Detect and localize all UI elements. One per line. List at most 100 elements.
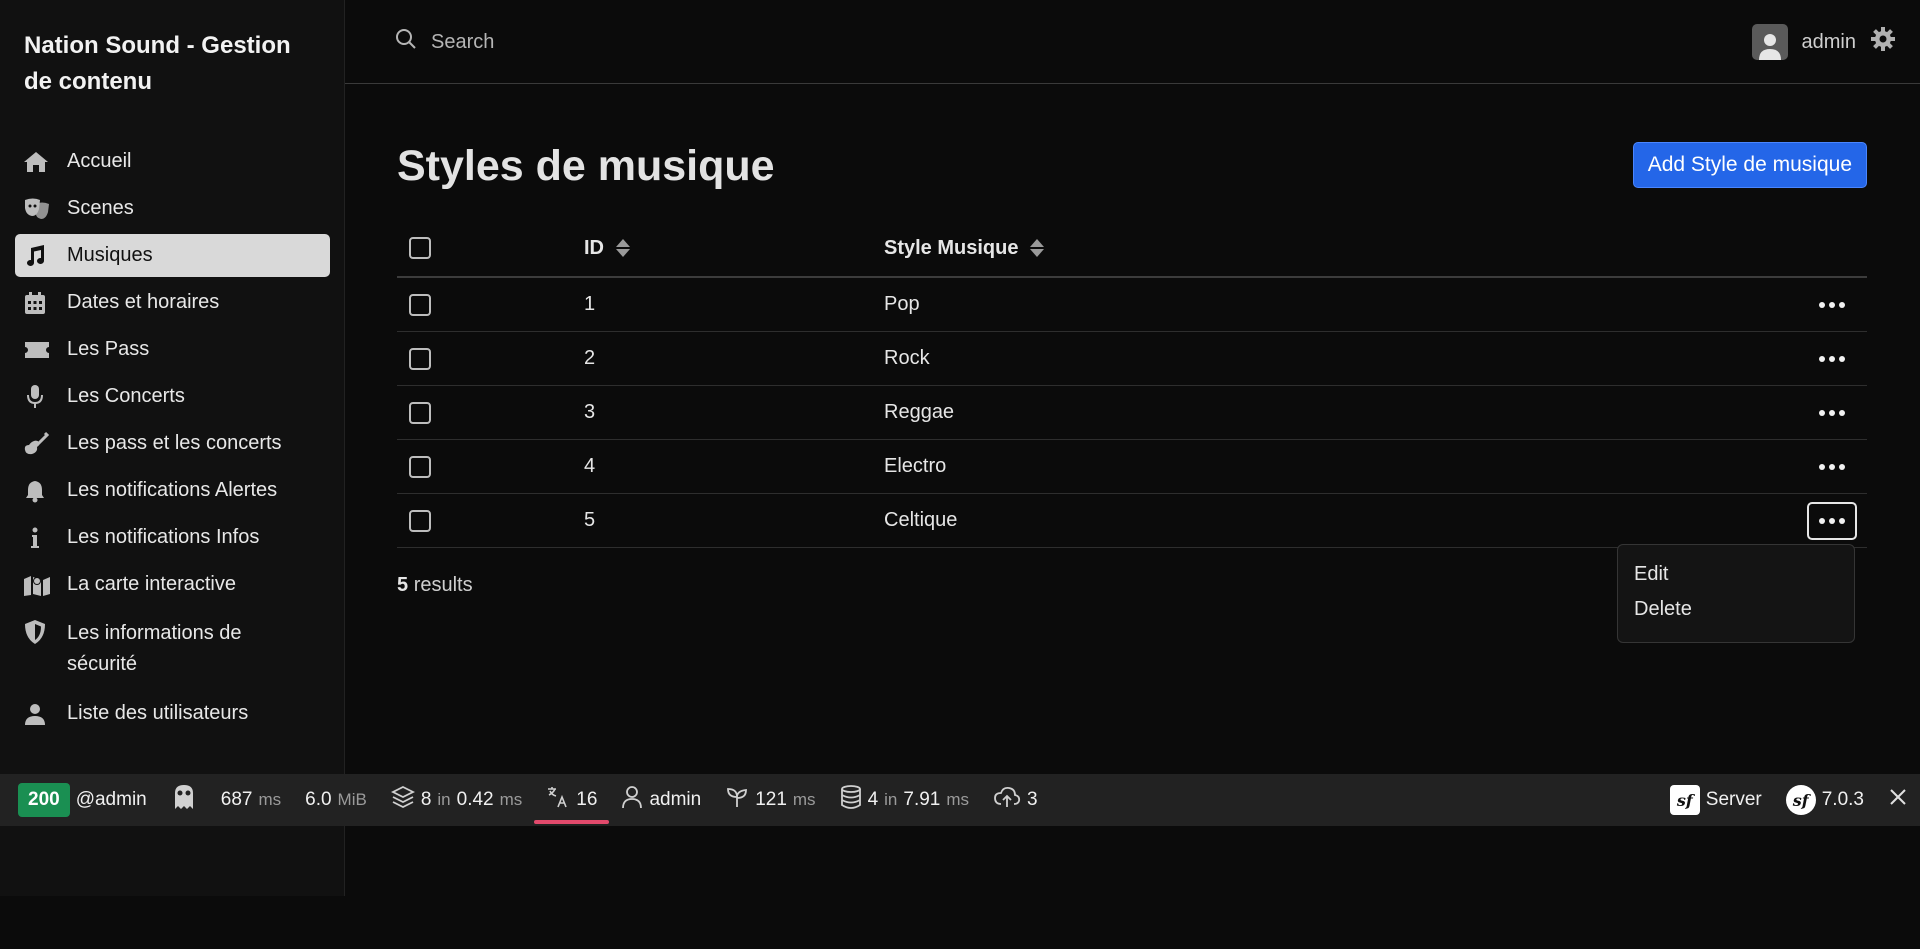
toolbar-memory[interactable]: 6.0 MiB [293, 774, 379, 826]
cell-style: Reggae [884, 401, 955, 423]
route-user: @admin [75, 789, 147, 810]
time-value: 687 [220, 789, 253, 810]
toolbar-database[interactable]: 4 in 7.91 ms [828, 774, 981, 826]
sidebar-item-label: Les notifications Alertes [67, 479, 278, 501]
memory-value: 6.0 [305, 789, 332, 810]
cache-time: 0.42 [456, 789, 494, 810]
sidebar: Nation Sound - Gestion de contenu Accuei… [0, 0, 345, 896]
microphone-icon [23, 383, 53, 410]
sidebar-item-liste-des-utilisateurs[interactable]: Liste des utilisateurs [15, 692, 330, 735]
close-icon[interactable] [1888, 787, 1908, 813]
sidebar-item-label: Musiques [67, 244, 153, 266]
sidebar-item-dates-et-horaires[interactable]: Dates et horaires [15, 281, 330, 324]
cell-id: 5 [584, 509, 596, 531]
sidebar-item-les-pass-et-les-concerts[interactable]: Les pass et les concerts [15, 422, 330, 465]
row-checkbox[interactable] [409, 401, 431, 424]
symfony-version: 7.0.3 [1821, 789, 1864, 810]
db-count: 4 [867, 789, 879, 810]
avatar[interactable] [1751, 24, 1788, 60]
column-header-style[interactable]: Style Musique [884, 236, 1045, 260]
user-name[interactable]: admin [1802, 31, 1856, 54]
layers-icon [390, 785, 415, 815]
toolbar-ghost[interactable] [159, 774, 209, 826]
search-input[interactable]: Search [431, 31, 494, 54]
sort-icon [616, 239, 630, 257]
sidebar-item-la-carte-interactive[interactable]: La carte interactive [15, 563, 330, 606]
sidebar-item-label: Dates et horaires [67, 291, 220, 313]
toolbar-security[interactable]: admin [609, 774, 713, 826]
sidebar-item-les-informations-de-securite[interactable]: Les informations de sécurité [15, 610, 330, 688]
row-checkbox[interactable] [409, 293, 431, 316]
sidebar-item-musiques[interactable]: Musiques [15, 234, 330, 277]
topbar: Search admin [345, 0, 1920, 84]
home-icon [23, 148, 53, 175]
sidebar-item-label: Les pass et les concerts [67, 432, 282, 454]
row-checkbox[interactable] [409, 509, 431, 532]
row-checkbox[interactable] [409, 455, 431, 478]
sidebar-item-les-concerts[interactable]: Les Concerts [15, 375, 330, 418]
toolbar-uploads[interactable]: 3 [981, 774, 1050, 826]
results-count: 5 results [397, 574, 473, 597]
shield-icon [23, 618, 53, 645]
table-row: 4 Electro [397, 440, 1867, 494]
sidebar-menu: Accueil Scenes Musiques Dates et horaire… [15, 140, 330, 739]
cell-id: 2 [584, 347, 596, 369]
sidebar-item-accueil[interactable]: Accueil [15, 140, 330, 183]
sidebar-item-label: Les Pass [67, 338, 150, 360]
delete-action[interactable]: Delete [1618, 592, 1854, 627]
cell-id: 4 [584, 455, 596, 477]
table-header: ID Style Musique [397, 220, 1867, 278]
ticket-icon [23, 336, 53, 363]
select-all-checkbox[interactable] [409, 237, 431, 259]
memory-unit: MiB [337, 790, 367, 809]
sidebar-item-label: Les Concerts [67, 385, 185, 407]
user-menu[interactable]: admin [1751, 24, 1896, 60]
gear-icon[interactable] [1870, 26, 1896, 58]
toolbar-twig[interactable]: 121 ms [713, 774, 827, 826]
toolbar-time[interactable]: 687 ms [209, 774, 293, 826]
row-actions-button[interactable] [1807, 340, 1857, 378]
sidebar-item-label: La carte interactive [67, 573, 236, 595]
toolbar-symfony-version[interactable]: sf 7.0.3 [1774, 774, 1876, 826]
search-box[interactable]: Search [395, 28, 494, 56]
db-unit: ms [946, 790, 970, 809]
bell-icon [23, 477, 53, 504]
cell-style: Rock [884, 347, 930, 369]
row-actions-button[interactable] [1807, 501, 1857, 540]
sidebar-item-label: Accueil [67, 150, 132, 172]
row-actions-button[interactable] [1807, 448, 1857, 486]
symfony-logo-icon: sf [1785, 785, 1816, 815]
sidebar-item-scenes[interactable]: Scenes [15, 187, 330, 230]
debug-toolbar: 200 @admin 687 ms 6.0 MiB 8 in 0.42 ms 1… [0, 774, 1920, 826]
twig-time: 121 [755, 789, 787, 810]
edit-action[interactable]: Edit [1618, 557, 1854, 592]
sidebar-item-les-pass[interactable]: Les Pass [15, 328, 330, 371]
cell-id: 1 [584, 293, 596, 315]
cache-unit: ms [499, 790, 523, 809]
toolbar-close[interactable] [1876, 774, 1920, 826]
db-in: in [884, 790, 898, 809]
cache-in: in [437, 790, 451, 809]
column-label: Style Musique [884, 236, 1019, 259]
row-actions-button[interactable] [1807, 394, 1857, 432]
user-icon [23, 700, 53, 727]
app-title[interactable]: Nation Sound - Gestion de contenu [24, 28, 324, 100]
sidebar-item-les-notifications-alertes[interactable]: Les notifications Alertes [15, 469, 330, 512]
toolbar-server[interactable]: sf Server [1658, 774, 1774, 826]
db-time: 7.91 [903, 789, 941, 810]
toolbar-cache[interactable]: 8 in 0.42 ms [379, 774, 534, 826]
toolbar-right: sf Server sf 7.0.3 [1658, 774, 1920, 826]
time-unit: ms [258, 790, 282, 809]
info-icon [23, 524, 53, 551]
toolbar-translation[interactable]: 16 [534, 774, 610, 826]
add-style-button[interactable]: Add Style de musique [1632, 142, 1867, 188]
results-label: results [413, 574, 473, 596]
row-actions-button[interactable] [1807, 286, 1857, 324]
cell-style: Celtique [884, 509, 958, 531]
sidebar-item-les-notifications-infos[interactable]: Les notifications Infos [15, 516, 330, 559]
column-header-id[interactable]: ID [584, 237, 630, 260]
row-checkbox[interactable] [409, 347, 431, 370]
toolbar-status[interactable]: 200 @admin [0, 774, 159, 826]
database-icon [840, 785, 862, 815]
twig-unit: ms [792, 790, 816, 809]
